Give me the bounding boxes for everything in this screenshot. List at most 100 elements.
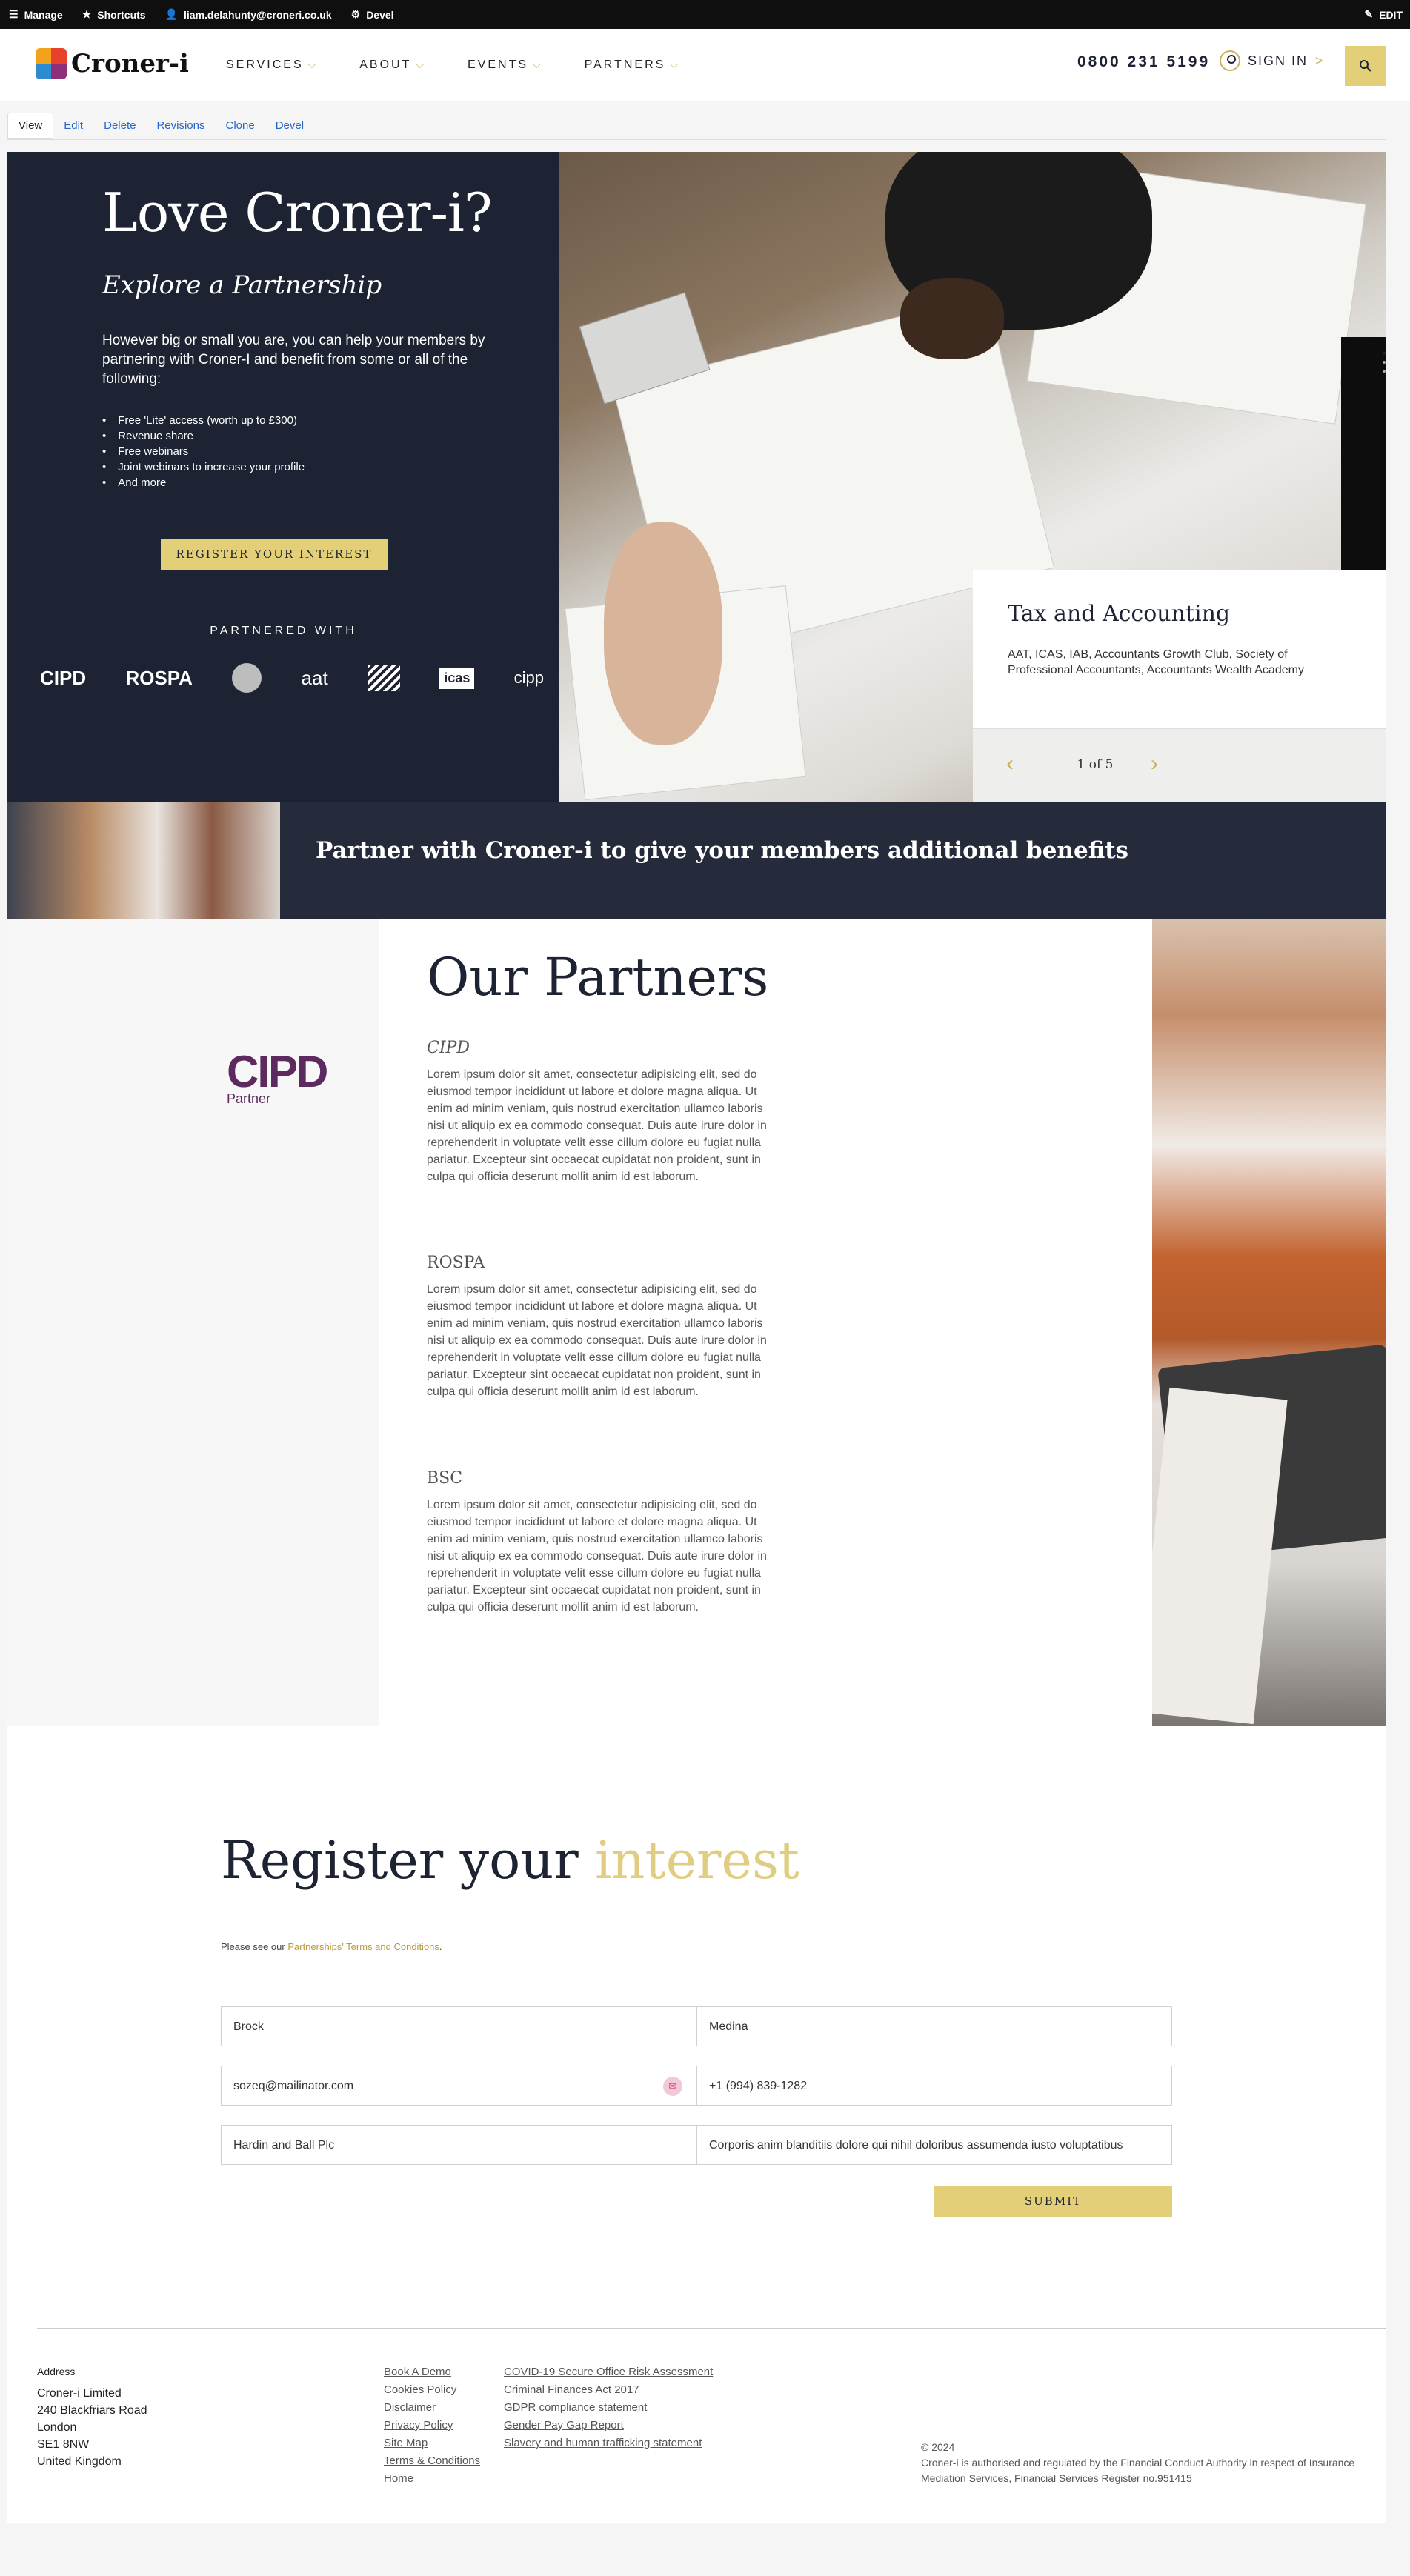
fca-statement: Croner-i is authorised and regulated by … [921, 2457, 1355, 2484]
menu-icon: ☰ [9, 8, 19, 20]
footer-address: Address Croner-i Limited 240 Blackfriars… [37, 2363, 147, 2470]
tab-clone[interactable]: Clone [216, 113, 265, 138]
tab-delete[interactable]: Delete [93, 113, 146, 138]
admin-tabs: View Edit Delete Revisions Clone Devel [7, 113, 314, 139]
main-nav: SERVICES ⌵ ABOUT ⌵ EVENTS ⌵ PARTNERS ⌵ [226, 59, 680, 72]
footer-link[interactable]: Privacy Policy [384, 2417, 480, 2434]
chevron-down-icon: ⌵ [307, 59, 319, 70]
phone-field[interactable]: +1 (994) 839-1282 [696, 2066, 1172, 2106]
footer-legal: © 2024 Croner-i is authorised and regula… [921, 2440, 1366, 2486]
user-icon: 👤 [164, 8, 179, 20]
footer-link[interactable]: Terms & Conditions [384, 2452, 480, 2470]
hero-subtitle: Explore a Partnership [102, 270, 382, 300]
message-field[interactable]: Corporis anim blanditiis dolore qui nihi… [696, 2125, 1172, 2165]
tabs-divider [7, 139, 1386, 140]
terms-note: Please see our Partnerships' Terms and C… [221, 1941, 442, 1952]
benefit-item: Free 'Lite' access (worth up to £300) [102, 413, 305, 428]
partner-description: Lorem ipsum dolor sit amet, consectetur … [427, 1283, 767, 1398]
carousel-dot[interactable] [1383, 352, 1386, 355]
autofill-icon[interactable]: ✉ [663, 2077, 682, 2096]
admin-shortcuts[interactable]: ★ Shortcuts [82, 8, 146, 21]
hand-image [604, 522, 722, 745]
email-field[interactable]: sozeq@mailinator.com ✉ [221, 2066, 696, 2106]
search-icon [1359, 60, 1371, 72]
footer-link[interactable]: Criminal Finances Act 2017 [504, 2381, 713, 2399]
star-icon: ★ [82, 8, 92, 20]
partner-description: Lorem ipsum dolor sit amet, consectetur … [427, 1499, 767, 1614]
tab-view[interactable]: View [7, 113, 54, 139]
our-partners-section: Our Partners CIPD Lorem ipsum dolor sit … [379, 919, 1152, 1726]
partnered-with-label: PARTNERED WITH [210, 625, 357, 637]
pencil-icon: ✎ [1364, 8, 1374, 20]
sign-in-link[interactable]: SIGN IN > [1220, 50, 1325, 71]
site-header: Croner-i SERVICES ⌵ ABOUT ⌵ EVENTS ⌵ PARTNE… [0, 29, 1410, 101]
rospa-logo: ROSPA [125, 666, 193, 689]
footer-link[interactable]: Disclaimer [384, 2399, 480, 2417]
admin-user[interactable]: 👤 liam.delahunty@croneri.co.uk [165, 8, 332, 21]
logo-icon [36, 48, 67, 79]
first-name-field[interactable]: Brock [221, 2006, 696, 2046]
carousel-dot[interactable] [1383, 370, 1386, 373]
chevron-down-icon: ⌵ [533, 59, 543, 70]
tab-devel[interactable]: Devel [265, 113, 314, 138]
tab-revisions[interactable]: Revisions [146, 113, 215, 138]
chevron-down-icon: ⌵ [670, 59, 680, 70]
address-line: SE1 8NW [37, 2438, 90, 2451]
carousel-counter: 1 of 5 [1077, 757, 1114, 772]
nav-events[interactable]: EVENTS ⌵ [468, 59, 543, 72]
carousel-description: AAT, ICAS, IAB, Accountants Growth Club,… [1008, 648, 1304, 676]
footer-link[interactable]: Gender Pay Gap Report [504, 2417, 713, 2434]
register-interest-button[interactable]: REGISTER YOUR INTEREST [161, 539, 388, 570]
submit-button[interactable]: SUBMIT [934, 2186, 1172, 2217]
benefits-list: Free 'Lite' access (worth up to £300) Re… [102, 413, 305, 490]
carousel-pager: ‹ 1 of 5 › [973, 728, 1386, 802]
footer-link[interactable]: COVID-19 Secure Office Risk Assessment [504, 2363, 713, 2381]
footer-link[interactable]: Cookies Policy [384, 2381, 480, 2399]
address-line: Croner-i Limited [37, 2387, 122, 2400]
carousel-title: Tax and Accounting [1008, 601, 1231, 627]
nav-about[interactable]: ABOUT ⌵ [359, 59, 426, 72]
admin-toolbar: ☰ Manage ★ Shortcuts 👤 liam.delahunty@crone… [0, 0, 1410, 29]
logo-text: Croner-i [71, 49, 189, 79]
icas-logo: icas [439, 667, 475, 689]
footer-links-primary: Book A Demo Cookies Policy Disclaimer Pr… [384, 2363, 480, 2488]
partner-name: CIPD [427, 1039, 470, 1057]
carousel-dots [1383, 352, 1386, 396]
footer-link[interactable]: GDPR compliance statement [504, 2399, 713, 2417]
terms-link[interactable]: Partnerships' Terms and Conditions [287, 1941, 439, 1952]
cipd-logo: CIPD [40, 666, 87, 689]
aat-logo: aat [301, 666, 328, 689]
carousel-dot[interactable] [1383, 361, 1386, 364]
hero-panel: Love Croner-i? Explore a Partnership How… [7, 152, 559, 802]
chevron-right-icon[interactable]: › [1151, 751, 1158, 776]
admin-manage[interactable]: ☰ Manage [9, 8, 63, 21]
footer-link[interactable]: Book A Demo [384, 2363, 480, 2381]
address-line: London [37, 2421, 77, 2434]
sleeve-image [1341, 337, 1386, 604]
phone-number[interactable]: 0800 231 5199 [1077, 53, 1210, 71]
tab-edit[interactable]: Edit [53, 113, 93, 138]
address-line: 240 Blackfriars Road [37, 2404, 147, 2417]
sign-in-arrow: > [1315, 53, 1325, 68]
chevron-left-icon[interactable]: ‹ [1006, 751, 1014, 776]
partner-logos: CIPD ROSPA aat icas cipp [40, 663, 544, 693]
benefit-item: Joint webinars to increase your profile [102, 459, 305, 475]
partner-band: Partner with Croner-i to give your membe… [280, 802, 1386, 919]
company-field[interactable]: Hardin and Ball Plc [221, 2125, 696, 2165]
admin-devel[interactable]: ⚙ Devel [351, 8, 394, 21]
last-name-field[interactable]: Medina [696, 2006, 1172, 2046]
carousel-card: Tax and Accounting AAT, ICAS, IAB, Accou… [973, 570, 1386, 802]
logo[interactable]: Croner-i [36, 48, 189, 79]
nav-services[interactable]: SERVICES ⌵ [226, 59, 318, 72]
gear-icon: ⚙ [350, 8, 361, 20]
footer-links-secondary: COVID-19 Secure Office Risk Assessment C… [504, 2363, 713, 2452]
footer-link[interactable]: Site Map [384, 2434, 480, 2452]
admin-edit[interactable]: ✎ EDIT [1364, 8, 1403, 21]
iab-logo [368, 665, 400, 691]
footer-link[interactable]: Home [384, 2470, 480, 2488]
footer-link[interactable]: Slavery and human trafficking statement [504, 2434, 713, 2452]
cipp-logo: cipp [513, 668, 544, 687]
partner-name: BSC [427, 1469, 463, 1488]
nav-partners[interactable]: PARTNERS ⌵ [585, 59, 680, 72]
search-button[interactable] [1345, 46, 1386, 86]
